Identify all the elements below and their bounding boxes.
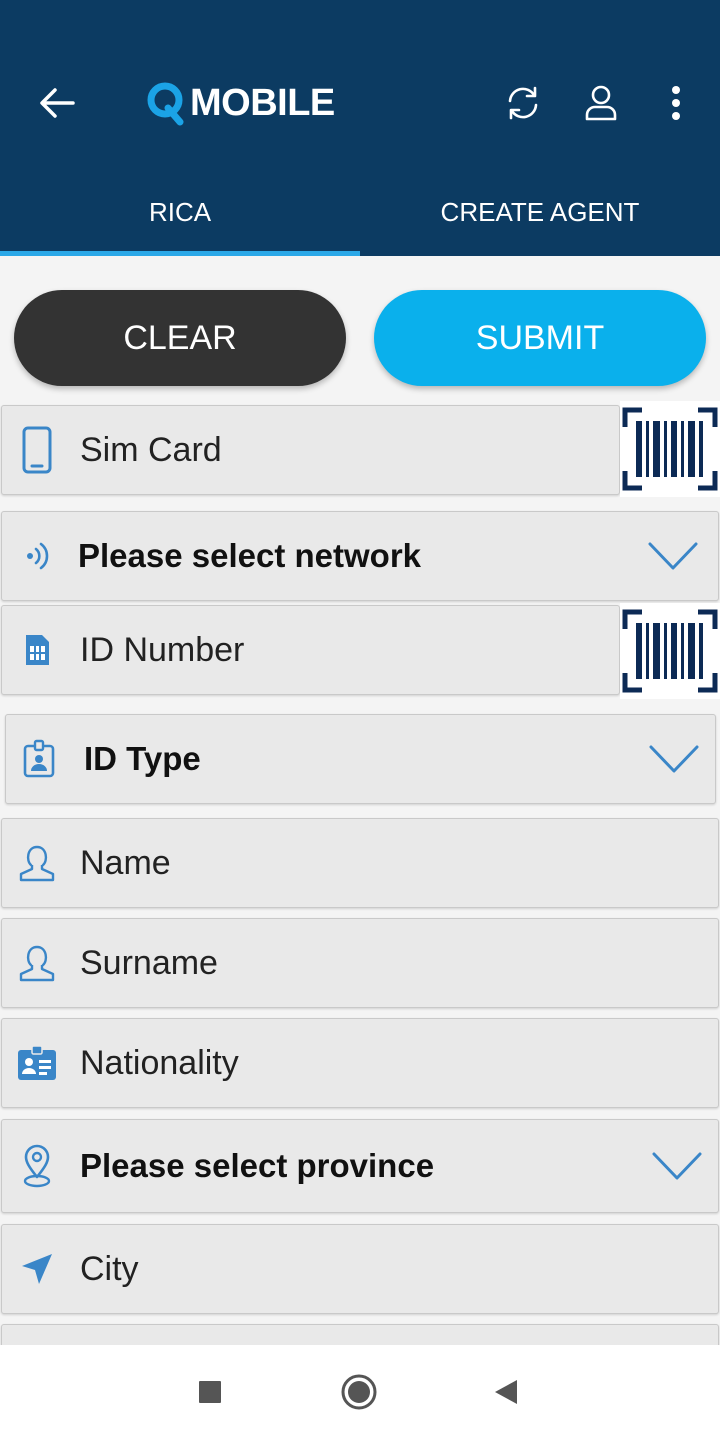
navigation-arrow-icon bbox=[22, 1254, 52, 1284]
location-pin-icon bbox=[23, 1144, 51, 1188]
back-button[interactable] bbox=[34, 80, 80, 126]
network-select[interactable]: Please select network bbox=[1, 511, 719, 601]
chevron-down-icon bbox=[652, 1152, 702, 1180]
barcode-scan-icon bbox=[622, 609, 718, 693]
id-card-icon bbox=[18, 1045, 56, 1080]
tab-bar: RICA CREATE AGENT bbox=[0, 168, 720, 256]
app-logo: MOBILE bbox=[146, 78, 335, 128]
network-select-value: Please select network bbox=[78, 537, 422, 574]
id-number-field[interactable]: ID Number bbox=[1, 605, 620, 695]
chevron-down-icon bbox=[649, 745, 699, 773]
recents-button[interactable] bbox=[185, 1367, 235, 1417]
name-field[interactable]: Name bbox=[1, 818, 719, 908]
arrow-left-icon bbox=[40, 88, 75, 118]
province-select[interactable]: Please select province bbox=[1, 1119, 719, 1213]
surname-placeholder: Surname bbox=[80, 943, 218, 982]
logo-text: MOBILE bbox=[190, 81, 335, 124]
home-button[interactable] bbox=[334, 1367, 384, 1417]
tab-rica[interactable]: RICA bbox=[0, 168, 360, 256]
person-icon bbox=[19, 945, 55, 982]
app-bar: MOBILE RICA CREATE AGENT bbox=[0, 0, 720, 256]
profile-button[interactable] bbox=[578, 80, 624, 126]
name-placeholder: Name bbox=[80, 843, 171, 882]
nationality-field[interactable]: Nationality bbox=[1, 1018, 719, 1108]
signal-icon bbox=[27, 542, 49, 570]
id-number-scan-button[interactable] bbox=[620, 603, 720, 699]
id-type-value: ID Type bbox=[84, 740, 201, 777]
more-vertical-icon bbox=[672, 86, 680, 120]
sim-card-scan-button[interactable] bbox=[620, 401, 720, 497]
chevron-down-icon bbox=[648, 542, 698, 570]
tab-create-agent[interactable]: CREATE AGENT bbox=[360, 168, 720, 256]
sim-card-field[interactable]: Sim Card bbox=[1, 405, 620, 495]
clear-button[interactable]: CLEAR bbox=[14, 290, 346, 386]
home-circle-icon bbox=[341, 1374, 377, 1410]
phone-icon bbox=[22, 426, 52, 474]
recents-square-icon bbox=[199, 1381, 221, 1403]
nav-back-button[interactable] bbox=[481, 1367, 531, 1417]
sim-chip-icon bbox=[26, 635, 49, 665]
q-logo-icon bbox=[147, 82, 184, 126]
city-placeholder: City bbox=[80, 1249, 139, 1288]
sim-card-placeholder: Sim Card bbox=[80, 430, 222, 469]
province-select-value: Please select province bbox=[80, 1147, 435, 1184]
person-icon bbox=[19, 845, 55, 882]
refresh-icon bbox=[508, 86, 538, 120]
submit-button[interactable]: SUBMIT bbox=[374, 290, 706, 386]
id-number-placeholder: ID Number bbox=[80, 630, 245, 669]
barcode-scan-icon bbox=[622, 407, 718, 491]
id-type-select[interactable]: ID Type bbox=[5, 714, 716, 804]
city-field[interactable]: City bbox=[1, 1224, 719, 1314]
nationality-placeholder: Nationality bbox=[80, 1043, 239, 1082]
id-badge-icon bbox=[23, 739, 55, 778]
system-nav-bar bbox=[0, 1345, 720, 1440]
refresh-button[interactable] bbox=[500, 80, 546, 126]
more-options-button[interactable] bbox=[653, 80, 699, 126]
user-icon bbox=[585, 85, 617, 121]
surname-field[interactable]: Surname bbox=[1, 918, 719, 1008]
back-triangle-icon bbox=[495, 1380, 517, 1404]
